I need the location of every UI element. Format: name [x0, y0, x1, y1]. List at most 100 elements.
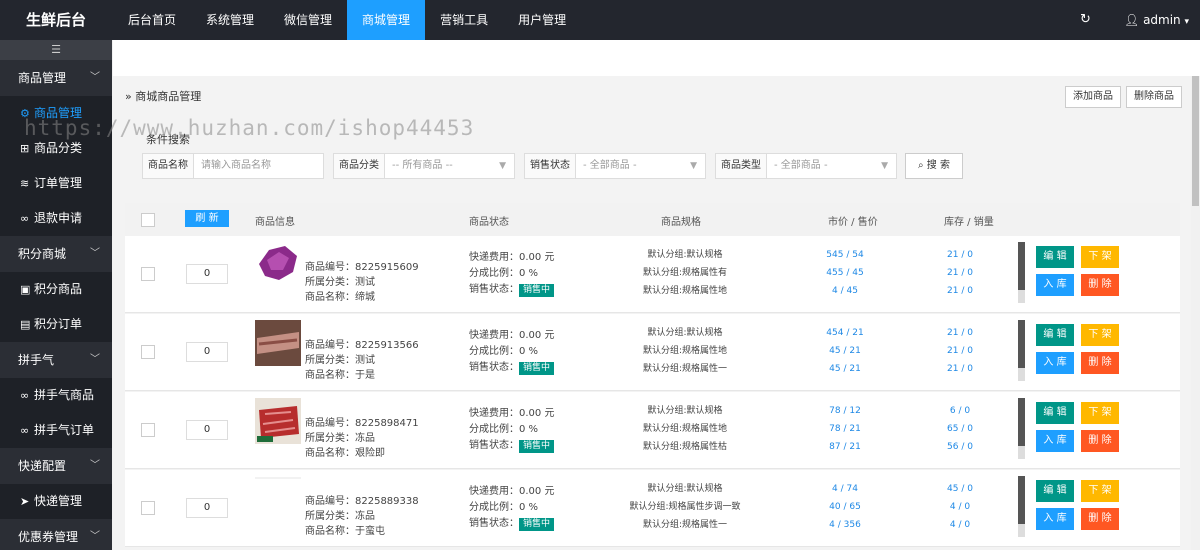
goods-prices: 454 / 21 45 / 21 45 / 21 [805, 324, 885, 378]
sale-status-select[interactable]: - 全部商品 - ▼ [576, 154, 705, 178]
spec-item: 默认分组:默认规格 [647, 250, 723, 260]
stock-item: 21 / 0 [947, 268, 973, 278]
goods-code: 商品编号：8225915609 [305, 262, 419, 273]
sidebar-group-luck[interactable]: 拼手气 ﹀ [0, 342, 112, 378]
sidebar-item-label: 商品分类 [34, 141, 83, 155]
edit-button[interactable]: 编 辑 [1036, 324, 1074, 346]
goods-code: 商品编号：8225889338 [305, 496, 419, 507]
sort-input[interactable]: 0 [186, 420, 228, 440]
row-checkbox[interactable] [141, 501, 155, 515]
off-shelf-button[interactable]: 下 架 [1081, 324, 1119, 346]
stock-item: 21 / 0 [947, 364, 973, 374]
category-select[interactable]: -- 所有商品 -- ▼ [385, 154, 514, 178]
row-checkbox[interactable] [141, 423, 155, 437]
edit-button[interactable]: 编 辑 [1036, 480, 1074, 502]
sidebar-group-express[interactable]: 快递配置 ﹀ [0, 448, 112, 484]
goods-thumbnail [255, 476, 301, 522]
stock-in-button[interactable]: 入 库 [1036, 508, 1074, 530]
filter-category: 商品分类 -- 所有商品 -- ▼ [333, 153, 515, 179]
sidebar-item-luck-orders[interactable]: ∞ 拼手气订单 [0, 413, 112, 448]
spec-item: 默认分组:默认规格 [647, 406, 723, 416]
goods-thumbnail [255, 242, 301, 288]
edit-button[interactable]: 编 辑 [1036, 402, 1074, 424]
sidebar-item-luck-goods[interactable]: ∞ 拼手气商品 [0, 378, 112, 413]
goods-specs: 默认分组:默认规格 默认分组:规格属性步调一致 默认分组:规格属性一 [605, 480, 765, 534]
refresh-icon[interactable]: ↻ [1080, 12, 1091, 27]
nav-system[interactable]: 系统管理 [191, 0, 269, 40]
row-scrollbar[interactable] [1018, 476, 1025, 537]
sidebar-item-category[interactable]: ⊞ 商品分类 [0, 131, 112, 166]
nav-users[interactable]: 用户管理 [503, 0, 581, 40]
goods-thumbnail [255, 320, 301, 366]
page-scrollbar[interactable] [1191, 76, 1200, 550]
sidebar-item-points-orders[interactable]: ▤ 积分订单 [0, 307, 112, 342]
user-menu[interactable]: 👤︎ admin ▾ [1124, 0, 1189, 40]
sidebar-group-coupons[interactable]: 优惠券管理 ﹀ [0, 519, 112, 550]
chevron-down-icon: ﹀ [90, 531, 100, 542]
chevron-down-icon: ﹀ [90, 354, 100, 365]
edit-button[interactable]: 编 辑 [1036, 246, 1074, 268]
delete-button[interactable]: 删 除 [1081, 352, 1119, 374]
delete-button[interactable]: 删 除 [1081, 430, 1119, 452]
goods-stocks: 45 / 0 4 / 0 4 / 0 [925, 480, 995, 534]
stock-in-button[interactable]: 入 库 [1036, 430, 1074, 452]
sidebar-toggle-icon[interactable]: ☰ [0, 40, 112, 60]
row-scroll-thumb[interactable] [1018, 320, 1025, 368]
sidebar-item-points-goods[interactable]: ▣ 积分商品 [0, 272, 112, 307]
delete-button[interactable]: 删 除 [1081, 508, 1119, 530]
off-shelf-button[interactable]: 下 架 [1081, 246, 1119, 268]
off-shelf-button[interactable]: 下 架 [1081, 402, 1119, 424]
nav-home[interactable]: 后台首页 [113, 0, 191, 40]
sidebar-item-refunds[interactable]: ∞ 退款申请 [0, 201, 112, 236]
refresh-button[interactable]: 刷 新 [185, 210, 229, 227]
add-goods-button[interactable]: 添加商品 [1065, 86, 1121, 108]
shipping-fee: 快递费用：0.00 元 [469, 252, 555, 263]
sidebar-item-label: 积分商品 [34, 282, 83, 296]
stock-item: 21 / 0 [947, 286, 973, 296]
sidebar-item-label: 商品管理 [34, 106, 83, 120]
row-scroll-thumb[interactable] [1018, 476, 1025, 524]
sort-input[interactable]: 0 [186, 264, 228, 284]
stock-in-button[interactable]: 入 库 [1036, 352, 1074, 374]
delete-goods-button[interactable]: 删除商品 [1126, 86, 1182, 108]
row-scroll-thumb[interactable] [1018, 242, 1025, 290]
sidebar-item-label: 积分订单 [34, 317, 83, 331]
sidebar-group-goods[interactable]: 商品管理 ﹀ [0, 60, 112, 96]
search-button[interactable]: ⌕ 搜 索 [905, 153, 963, 179]
page-scroll-thumb[interactable] [1192, 76, 1199, 206]
sort-input[interactable]: 0 [186, 498, 228, 518]
row-scrollbar[interactable] [1018, 242, 1025, 303]
row-scrollbar[interactable] [1018, 398, 1025, 459]
goods-name: 商品名称：艰险即 [305, 448, 385, 459]
goods-specs: 默认分组:默认规格 默认分组:规格属性地 默认分组:规格属性枯 [605, 402, 765, 456]
sidebar-item-express[interactable]: ➤ 快递管理 [0, 484, 112, 519]
row-scroll-thumb[interactable] [1018, 398, 1025, 446]
sidebar-item-goods[interactable]: ⚙ 商品管理 [0, 96, 112, 131]
filter-goods-type: 商品类型 - 全部商品 - ▼ [715, 153, 897, 179]
sidebar-group-points[interactable]: 积分商城 ﹀ [0, 236, 112, 272]
nav-marketing[interactable]: 营销工具 [425, 0, 503, 40]
commission-ratio: 分成比例：0 % [469, 502, 539, 513]
header-info: 商品信息 [255, 217, 295, 228]
doc-icon: ▤ [20, 318, 31, 331]
row-checkbox[interactable] [141, 267, 155, 281]
search-section-title: 条件搜索 [146, 133, 190, 146]
sidebar-group-label: 商品管理 [18, 71, 67, 85]
row-checkbox[interactable] [141, 345, 155, 359]
price-item: 45 / 21 [829, 346, 861, 356]
off-shelf-button[interactable]: 下 架 [1081, 480, 1119, 502]
nav-wechat[interactable]: 微信管理 [269, 0, 347, 40]
goods-thumbnail [255, 398, 301, 444]
sale-status-label: 销售状态： [469, 440, 519, 451]
sale-status-value: - 全部商品 - [583, 160, 637, 171]
nav-mall[interactable]: 商城管理 [347, 0, 426, 40]
goods-info: 商品编号：8225915609 所属分类：测试 商品名称：缔城 [305, 260, 419, 305]
row-scrollbar[interactable] [1018, 320, 1025, 381]
goods-type-select[interactable]: - 全部商品 - ▼ [767, 154, 896, 178]
stock-in-button[interactable]: 入 库 [1036, 274, 1074, 296]
sort-input[interactable]: 0 [186, 342, 228, 362]
select-all-checkbox[interactable] [141, 213, 155, 227]
delete-button[interactable]: 删 除 [1081, 274, 1119, 296]
sidebar-item-orders[interactable]: ≋ 订单管理 [0, 166, 112, 201]
goods-name-input[interactable]: 请输入商品名称 [194, 154, 323, 178]
